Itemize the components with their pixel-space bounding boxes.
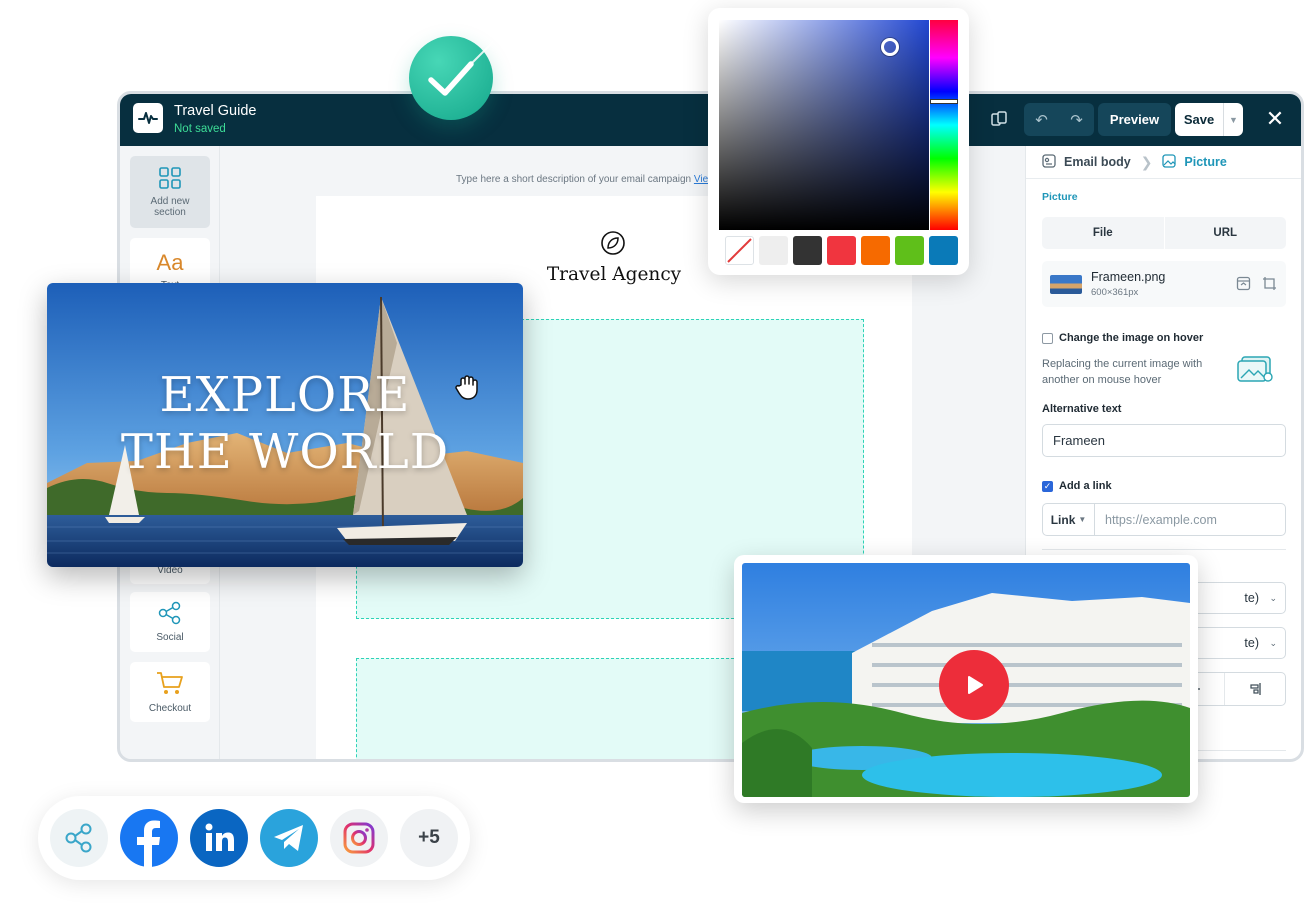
share-icon[interactable] bbox=[50, 809, 108, 867]
add-link-toggle[interactable]: ✓ Add a link bbox=[1042, 480, 1112, 492]
color-selector-handle[interactable] bbox=[881, 38, 899, 56]
file-thumbnail bbox=[1050, 275, 1082, 294]
play-icon[interactable] bbox=[939, 650, 1009, 720]
templates-icon[interactable] bbox=[984, 104, 1014, 134]
more-networks-button[interactable]: +5 bbox=[400, 809, 458, 867]
facebook-icon[interactable] bbox=[120, 809, 178, 867]
save-button[interactable]: Save bbox=[1175, 103, 1223, 136]
save-status: Not saved bbox=[174, 123, 226, 135]
select-2-value: te) bbox=[1244, 636, 1259, 650]
cart-icon bbox=[155, 670, 185, 699]
swatch-light-gray[interactable] bbox=[759, 236, 788, 265]
swatch-none-icon[interactable] bbox=[725, 236, 754, 265]
text-aa-icon: Aa bbox=[156, 249, 184, 275]
video-preview-card[interactable] bbox=[734, 555, 1198, 803]
file-size: 600×361px bbox=[1091, 287, 1139, 298]
link-type-dropdown[interactable]: Link ▼ bbox=[1043, 504, 1095, 535]
swatch-dark-gray[interactable] bbox=[793, 236, 822, 265]
saturation-value-area[interactable] bbox=[719, 20, 929, 230]
hero-title: EXPLORE THE WORLD bbox=[47, 367, 523, 481]
source-toggle: File URL bbox=[1042, 217, 1286, 249]
hue-slider-handle[interactable] bbox=[930, 99, 958, 104]
swatch-blue[interactable] bbox=[929, 236, 958, 265]
email-body-icon bbox=[1042, 153, 1056, 171]
sidebar-item-label: Checkout bbox=[148, 703, 192, 714]
instagram-icon[interactable] bbox=[330, 809, 388, 867]
redo-icon[interactable]: ↷ bbox=[1059, 103, 1094, 136]
undo-icon[interactable]: ↶ bbox=[1024, 103, 1059, 136]
divider bbox=[1042, 549, 1286, 550]
sidebar-item-social[interactable]: Social bbox=[130, 592, 210, 652]
breadcrumb-picture[interactable]: Picture bbox=[1162, 153, 1227, 171]
document-title[interactable]: Travel Guide bbox=[174, 103, 256, 119]
grab-hand-cursor-icon bbox=[453, 371, 485, 408]
linkedin-icon[interactable] bbox=[190, 809, 248, 867]
sidebar-item-add-section[interactable]: Add new section bbox=[130, 156, 210, 228]
color-picker bbox=[708, 8, 969, 275]
social-share-bar: +5 bbox=[38, 796, 470, 880]
breadcrumb-separator: ❯ bbox=[1140, 153, 1153, 170]
hero-title-line-1: EXPLORE bbox=[159, 367, 411, 423]
breadcrumb-label: Picture bbox=[1184, 155, 1227, 169]
breadcrumb-label: Email body bbox=[1064, 155, 1131, 169]
tab-url[interactable]: URL bbox=[1163, 217, 1287, 249]
hero-image-card[interactable]: EXPLORE THE WORLD bbox=[47, 283, 523, 567]
alt-text-label: Alternative text bbox=[1042, 403, 1122, 415]
chevron-down-icon: ⌄ bbox=[1269, 638, 1277, 648]
link-url-input[interactable]: https://example.com bbox=[1095, 504, 1285, 535]
hover-checkbox-label: Change the image on hover bbox=[1059, 332, 1204, 344]
swatch-orange[interactable] bbox=[861, 236, 890, 265]
video-thumbnail[interactable] bbox=[742, 563, 1190, 797]
save-options-chevron-icon[interactable]: ▼ bbox=[1223, 103, 1243, 136]
compass-leaf-icon bbox=[599, 229, 627, 262]
link-input-group: Link ▼ https://example.com bbox=[1042, 503, 1286, 536]
select-1-value: te) bbox=[1244, 591, 1259, 605]
hover-image-toggle[interactable]: Change the image on hover bbox=[1042, 332, 1203, 344]
file-card: Frameen.png 600×361px bbox=[1042, 261, 1286, 307]
save-button-group: Save ▼ bbox=[1175, 103, 1243, 136]
grid-icon bbox=[158, 166, 182, 192]
file-name: Frameen.png bbox=[1091, 270, 1166, 284]
sidebar-item-label: Social bbox=[156, 632, 184, 643]
align-right-icon[interactable] bbox=[1224, 673, 1285, 705]
swatch-red[interactable] bbox=[827, 236, 856, 265]
link-checkbox-label: Add a link bbox=[1059, 480, 1112, 492]
link-checkbox-check-icon[interactable]: ✓ bbox=[1042, 480, 1053, 492]
app-logo-icon[interactable] bbox=[133, 103, 163, 133]
link-type-label: Link bbox=[1050, 512, 1076, 527]
replace-image-icon[interactable] bbox=[1236, 276, 1251, 296]
chevron-down-icon: ▼ bbox=[1078, 515, 1087, 524]
hero-title-line-2: THE WORLD bbox=[120, 424, 450, 480]
preview-button[interactable]: Preview bbox=[1098, 103, 1171, 136]
hover-hint: Replacing the current image with another… bbox=[1042, 358, 1203, 386]
hue-slider[interactable] bbox=[930, 20, 958, 230]
breadcrumb-email-body[interactable]: Email body bbox=[1042, 153, 1131, 171]
picture-icon bbox=[1162, 153, 1177, 171]
close-icon[interactable]: ✕ bbox=[1260, 104, 1290, 134]
success-check-icon bbox=[409, 27, 508, 120]
image-swap-icon bbox=[1236, 353, 1276, 388]
sidebar-item-checkout[interactable]: Checkout bbox=[130, 662, 210, 722]
chevron-down-icon: ⌄ bbox=[1269, 593, 1277, 603]
crop-icon[interactable] bbox=[1262, 276, 1277, 296]
color-swatches bbox=[725, 236, 958, 265]
tab-file[interactable]: File bbox=[1042, 217, 1164, 249]
history-controls: ↶ ↷ bbox=[1024, 103, 1094, 136]
preheader-text[interactable]: Type here a short description of your em… bbox=[456, 174, 715, 185]
alt-text-input[interactable]: Frameen bbox=[1042, 424, 1286, 457]
section-title: Picture bbox=[1042, 191, 1078, 203]
preheader-label: Type here a short description of your em… bbox=[456, 174, 692, 185]
share-nodes-icon bbox=[157, 601, 183, 628]
sidebar-item-label: Add new section bbox=[150, 195, 190, 218]
hover-checkbox[interactable] bbox=[1042, 332, 1053, 344]
telegram-icon[interactable] bbox=[260, 809, 318, 867]
swatch-green[interactable] bbox=[895, 236, 924, 265]
breadcrumb: Email body ❯ Picture bbox=[1026, 146, 1301, 179]
